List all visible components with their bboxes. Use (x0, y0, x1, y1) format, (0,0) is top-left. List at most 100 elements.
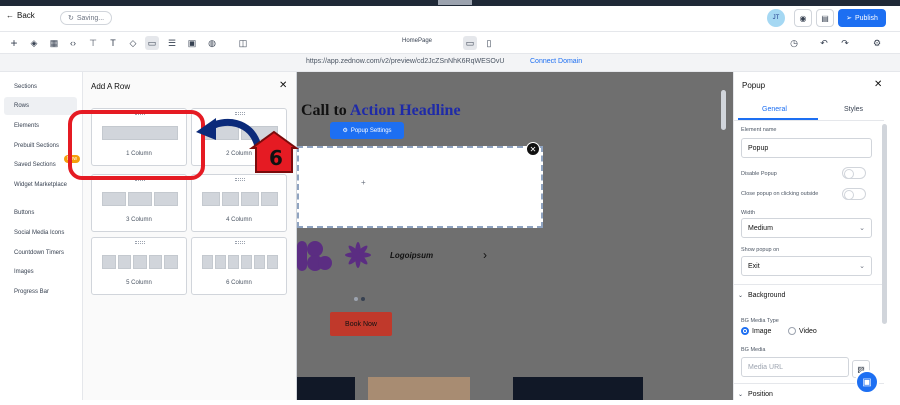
column-block (202, 192, 220, 206)
settings-sliders-icon[interactable]: ⚙ (870, 36, 884, 50)
columns-icon[interactable]: ◫ (236, 36, 250, 50)
cta-headline[interactable]: Call to Action Headline (301, 102, 461, 120)
drag-handle-icon[interactable] (135, 241, 145, 244)
sidebar-item-rows[interactable]: Rows (14, 103, 29, 109)
drag-handle-icon[interactable] (235, 241, 245, 244)
column-block (260, 192, 278, 206)
desktop-view-icon[interactable]: ▭ (463, 36, 477, 50)
help-chat-icon[interactable]: ▣ (855, 370, 879, 394)
grid-icon[interactable]: ▦ (47, 36, 61, 50)
publish-button[interactable]: ➢ Publish (838, 9, 886, 27)
logoipsum-text: Logoipsum (390, 251, 434, 260)
column-preview (102, 192, 178, 206)
form-icon[interactable]: ☰ (165, 36, 179, 50)
disable-popup-toggle[interactable] (842, 167, 866, 179)
preview-url[interactable]: https://app.zednow.com/v2/preview/cd2JcZ… (306, 58, 504, 65)
chevron-down-icon: ⌄ (738, 293, 744, 299)
sidebar-item-prebuilt-sections[interactable]: Prebuilt Sections (14, 143, 59, 149)
panel-scrollbar[interactable] (882, 124, 887, 324)
sidebar-item-social-media-icons[interactable]: Social Media Icons (14, 230, 64, 236)
bg-media-image-radio[interactable]: Image (741, 327, 771, 335)
tab-styles[interactable]: Styles (844, 106, 863, 113)
column-block (254, 255, 265, 269)
sidebar-item-saved-sections[interactable]: Saved Sections (14, 162, 56, 168)
shapes-icon[interactable]: ◇ (126, 36, 140, 50)
column-block (267, 255, 278, 269)
rows-icon[interactable]: ▭ (145, 36, 159, 50)
row-option-5-column[interactable]: 5 Column (91, 237, 187, 295)
redo-icon[interactable]: ↷ (838, 36, 852, 50)
page-select[interactable]: HomePage (402, 38, 432, 44)
column-block (228, 255, 239, 269)
carousel-dot[interactable] (354, 297, 358, 301)
popup-container[interactable] (297, 146, 543, 228)
close-outside-toggle[interactable] (842, 188, 866, 200)
sidebar-item-images[interactable]: Images (14, 269, 34, 275)
popup-add-element[interactable]: + (361, 178, 366, 187)
column-block (215, 255, 226, 269)
back-button[interactable]: ← Back (6, 11, 35, 20)
sidebar-item-countdown-timers[interactable]: Countdown Timers (14, 250, 64, 256)
sidebar-item-widget-marketplace[interactable]: Widget Marketplace (14, 182, 67, 188)
panel-title: Popup (742, 81, 766, 90)
popup-settings-panel: Popup ✕ General Styles Element name Popu… (733, 72, 900, 400)
sidebar-item-elements[interactable]: Elements (14, 123, 39, 129)
highlight-box (68, 110, 205, 180)
paint-icon[interactable]: ⊤ (86, 36, 100, 50)
chevron-right-icon[interactable]: › (483, 248, 487, 262)
tab-active-indicator (738, 118, 818, 120)
undo-icon[interactable]: ↶ (817, 36, 831, 50)
gear-icon: ⚙ (342, 128, 348, 134)
close-outside-label: Close popup on clicking outside (741, 191, 819, 197)
chevron-down-icon: ⌄ (859, 225, 865, 232)
preview-eye-button[interactable]: ◉ (794, 9, 812, 27)
add-plus-icon[interactable]: + (7, 36, 21, 50)
disable-popup-label: Disable Popup (741, 171, 777, 177)
history-icon[interactable]: ◷ (787, 36, 801, 50)
row-option-label: 6 Column (226, 280, 252, 286)
background-section-header[interactable]: ⌄ Background (734, 284, 884, 306)
code-icon[interactable]: ‹› (66, 36, 80, 50)
canvas-scrollbar[interactable] (721, 90, 726, 130)
editor-toolbar: + ◈ ▦ ‹› ⊤ T ◇ ▭ ☰ ▣ ◍ ◫ HomePage ▭ ▯ ◷ … (0, 32, 900, 54)
column-preview (202, 255, 278, 269)
width-select[interactable]: Medium ⌄ (741, 218, 872, 238)
text-icon[interactable]: T (106, 36, 120, 50)
close-icon[interactable]: ✕ (874, 79, 882, 90)
save-document-button[interactable]: ▤ (816, 9, 834, 27)
book-now-button[interactable]: Book Now (330, 312, 392, 336)
mobile-view-icon[interactable]: ▯ (482, 36, 496, 50)
close-icon[interactable]: ✕ (279, 80, 287, 91)
layers-icon[interactable]: ◈ (27, 36, 41, 50)
step-number: 6 (269, 146, 283, 170)
row-option-3-column[interactable]: 3 Column (91, 174, 187, 232)
avatar[interactable]: JT (767, 9, 785, 27)
annotation-arrow (196, 118, 300, 173)
tab-general[interactable]: General (762, 106, 787, 113)
add-row-title: Add A Row (91, 82, 131, 91)
media-url-input[interactable]: Media URL (741, 357, 849, 377)
column-block (148, 255, 163, 269)
sidebar-item-progress-bar[interactable]: Progress Bar (14, 289, 49, 295)
popup-settings-button[interactable]: ⚙ Popup Settings (330, 122, 404, 139)
show-popup-on-label: Show popup on (741, 247, 780, 253)
show-popup-on-select[interactable]: Exit ⌄ (741, 256, 872, 276)
globe-icon[interactable]: ◍ (205, 36, 219, 50)
element-name-input[interactable]: Popup (741, 138, 872, 158)
popup-close-icon[interactable]: ✕ (526, 142, 540, 156)
row-option-6-column[interactable]: 6 Column (191, 237, 287, 295)
sidebar-item-buttons[interactable]: Buttons (14, 210, 34, 216)
sidebar-item-sections[interactable]: Sections (14, 84, 37, 90)
column-block (117, 255, 132, 269)
chevron-down-icon: ⌄ (859, 263, 865, 270)
column-preview (202, 192, 278, 206)
terminal-icon[interactable]: ▣ (185, 36, 199, 50)
thumbnail-3 (513, 377, 643, 400)
column-block (133, 255, 147, 269)
column-preview (102, 255, 178, 269)
row-option-label: 3 Column (126, 217, 152, 223)
bg-media-video-radio[interactable]: Video (788, 327, 817, 335)
column-block (241, 255, 252, 269)
carousel-dot-active[interactable] (361, 297, 365, 301)
connect-domain-link[interactable]: Connect Domain (530, 58, 582, 65)
